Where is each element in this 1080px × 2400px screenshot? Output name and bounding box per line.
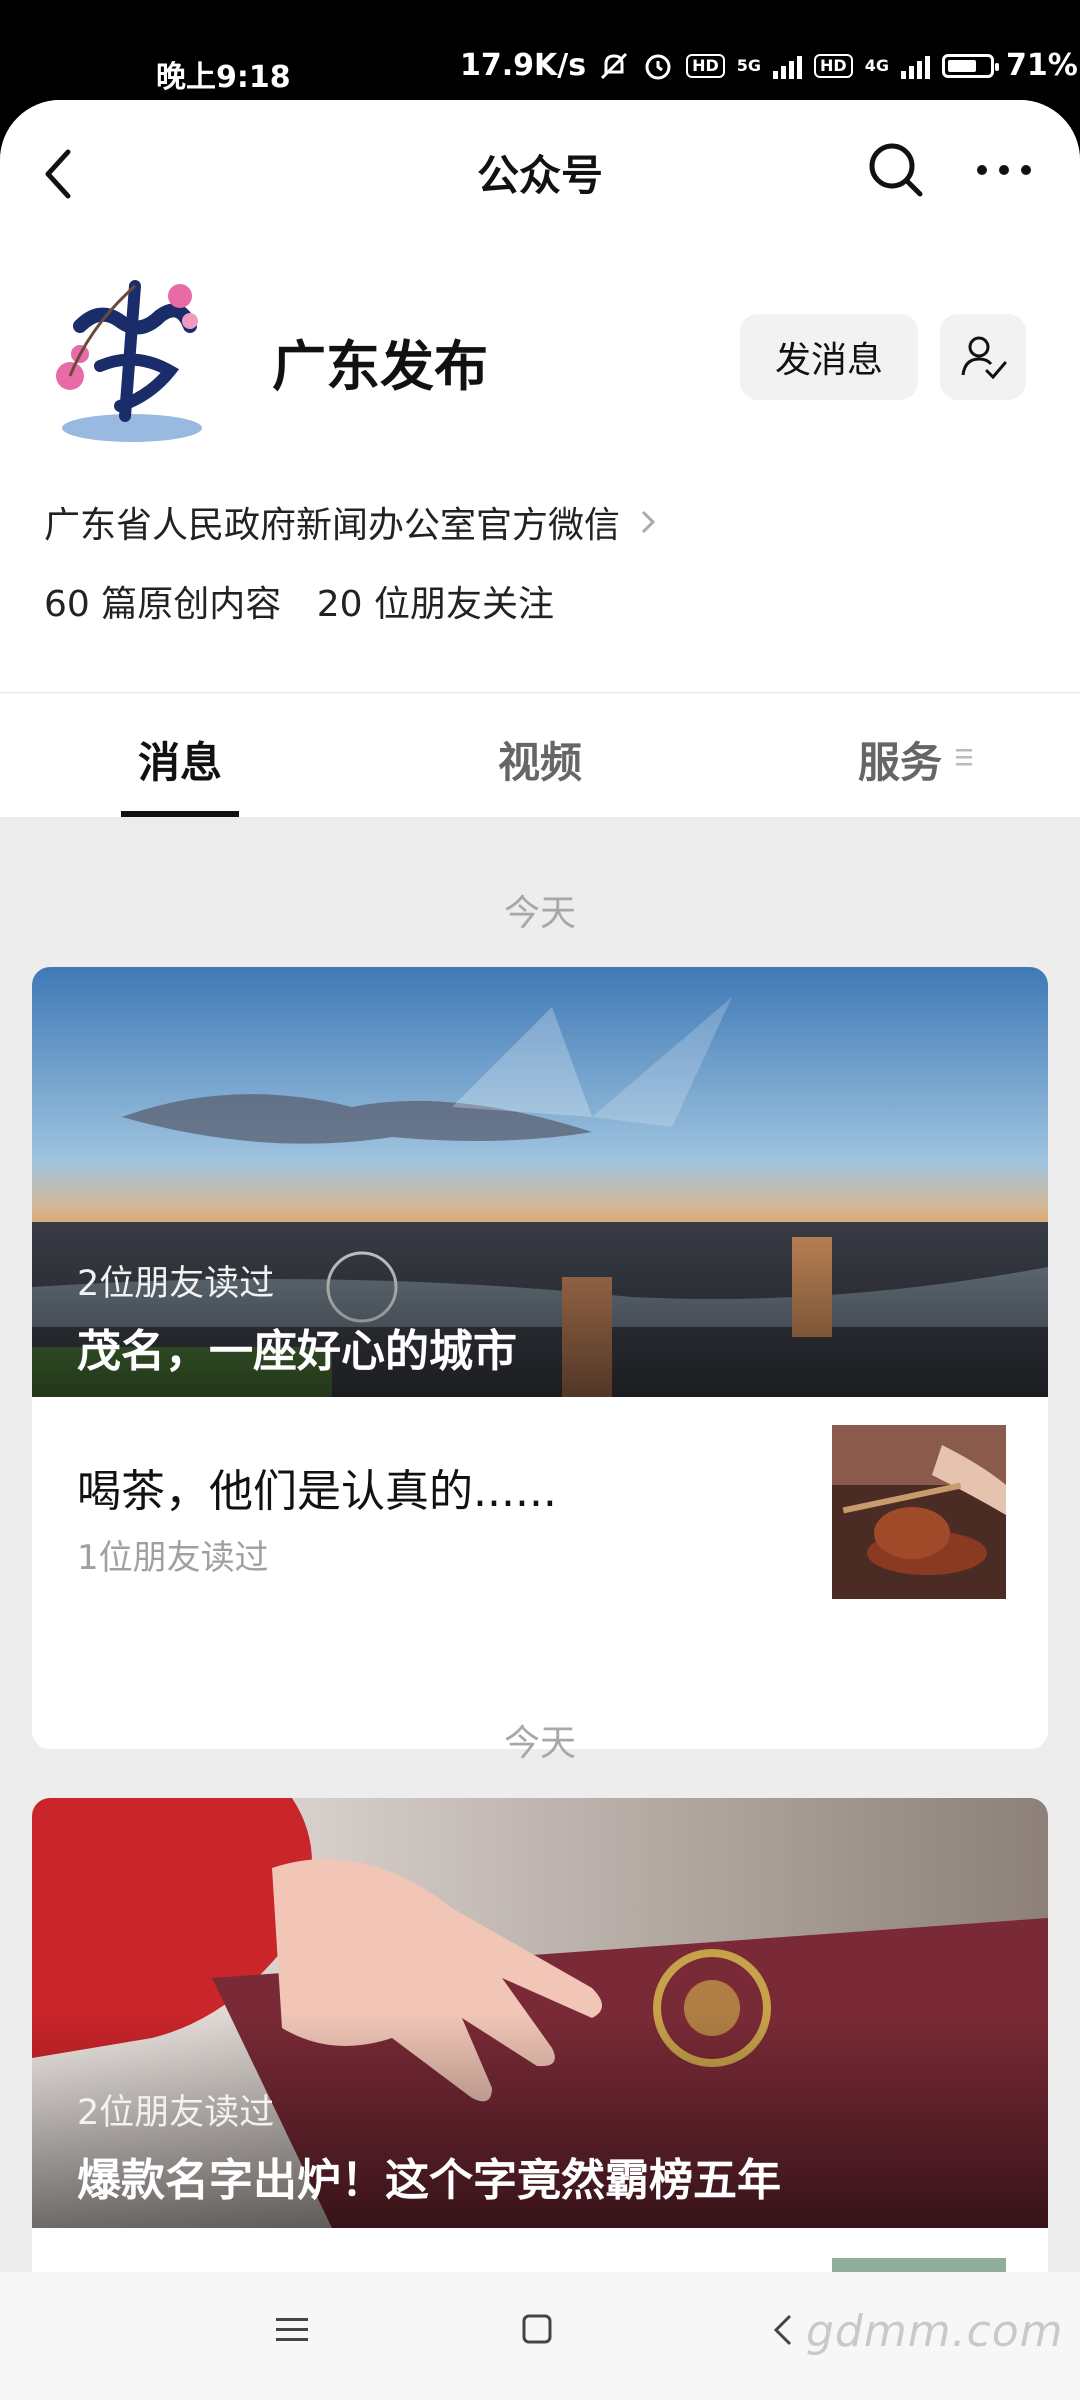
hd-badge-2: HD (814, 53, 853, 78)
hero-read-count-2: 2位朋友读过 (77, 2093, 275, 2133)
thumbnail-partial (832, 2258, 1006, 2272)
hero-article-2[interactable]: 2位朋友读过 爆款名字出炉！这个字竟然霸榜五年 (32, 1798, 1048, 2228)
status-bar: 晚上9:18 17.9K/s HD 5G HD 4G 71% (0, 0, 1080, 110)
status-icons: 17.9K/s HD 5G HD 4G 71% (460, 48, 1078, 83)
account-screen: 公众号 广东发布 发消息 广东省人民政府新闻办公室官方微信 60 篇原创内容 2… (0, 100, 1080, 2272)
description-text: 广东省人民政府新闻办公室官方微信 (44, 505, 621, 546)
tab-messages[interactable]: 消息 (138, 729, 222, 790)
account-logo[interactable] (40, 266, 220, 452)
status-time: 晚上9:18 (156, 60, 291, 95)
sub-article-title: 喝茶，他们是认真的...... (77, 1466, 557, 1517)
friends-follow-count[interactable]: 20 位朋友关注 (317, 584, 554, 625)
date-label-2: 今天 (503, 1723, 576, 1764)
user-check-icon (961, 336, 1007, 380)
signal-icon (773, 53, 803, 79)
send-message-button[interactable]: 发消息 (740, 314, 918, 400)
hero-title: 茂名，一座好心的城市 (77, 1326, 517, 1377)
chevron-right-icon (641, 510, 656, 534)
navbar: 公众号 (0, 100, 1080, 240)
system-nav-bar: gdmm.com (0, 2272, 1080, 2400)
active-tab-indicator (121, 811, 239, 817)
account-description[interactable]: 广东省人民政府新闻办公室官方微信 (44, 496, 658, 548)
followed-button[interactable] (940, 314, 1026, 400)
more-icon[interactable] (976, 162, 1032, 178)
hero-article[interactable]: 2位朋友读过 茂名，一座好心的城市 (32, 967, 1048, 1397)
menu-icon (956, 749, 972, 766)
mute-icon (601, 52, 628, 79)
alarm-icon (645, 54, 671, 79)
tab-videos[interactable]: 视频 (498, 729, 582, 790)
search-icon[interactable] (866, 140, 926, 200)
battery-icon (941, 53, 999, 78)
tab-services[interactable]: 服务 (858, 729, 942, 790)
account-name: 广东发布 (272, 335, 488, 398)
date-label: 今天 (503, 893, 576, 934)
original-count: 60 篇原创内容 (44, 584, 282, 625)
tab-bar: 消息 视频 服务 (0, 692, 1080, 817)
hd-badge: HD (686, 53, 725, 78)
article-card-2: 2位朋友读过 爆款名字出炉！这个字竟然霸榜五年 (32, 1798, 1048, 2272)
battery-percent: 71% (1005, 48, 1078, 83)
network-4g: 4G (864, 56, 889, 75)
tea-thumbnail (832, 1425, 1006, 1599)
network-5g: 5G (736, 56, 762, 75)
hero-title-2: 爆款名字出炉！这个字竟然霸榜五年 (77, 2155, 781, 2206)
watermark: gdmm.com (806, 2306, 1064, 2357)
article-card: 2位朋友读过 茂名，一座好心的城市 喝茶，他们是认真的...... 1位朋友读过 (32, 967, 1048, 1749)
signal-icon-2 (900, 53, 930, 79)
account-stats: 60 篇原创内容 20 位朋友关注 (44, 575, 554, 627)
recent-apps-icon[interactable] (276, 2316, 308, 2344)
network-speed: 17.9K/s (460, 48, 587, 83)
sub-article-read-count: 1位朋友读过 (77, 1538, 269, 1578)
hero-read-count: 2位朋友读过 (77, 1264, 275, 1304)
home-icon[interactable] (522, 2314, 552, 2344)
back-nav-icon[interactable] (770, 2312, 794, 2348)
